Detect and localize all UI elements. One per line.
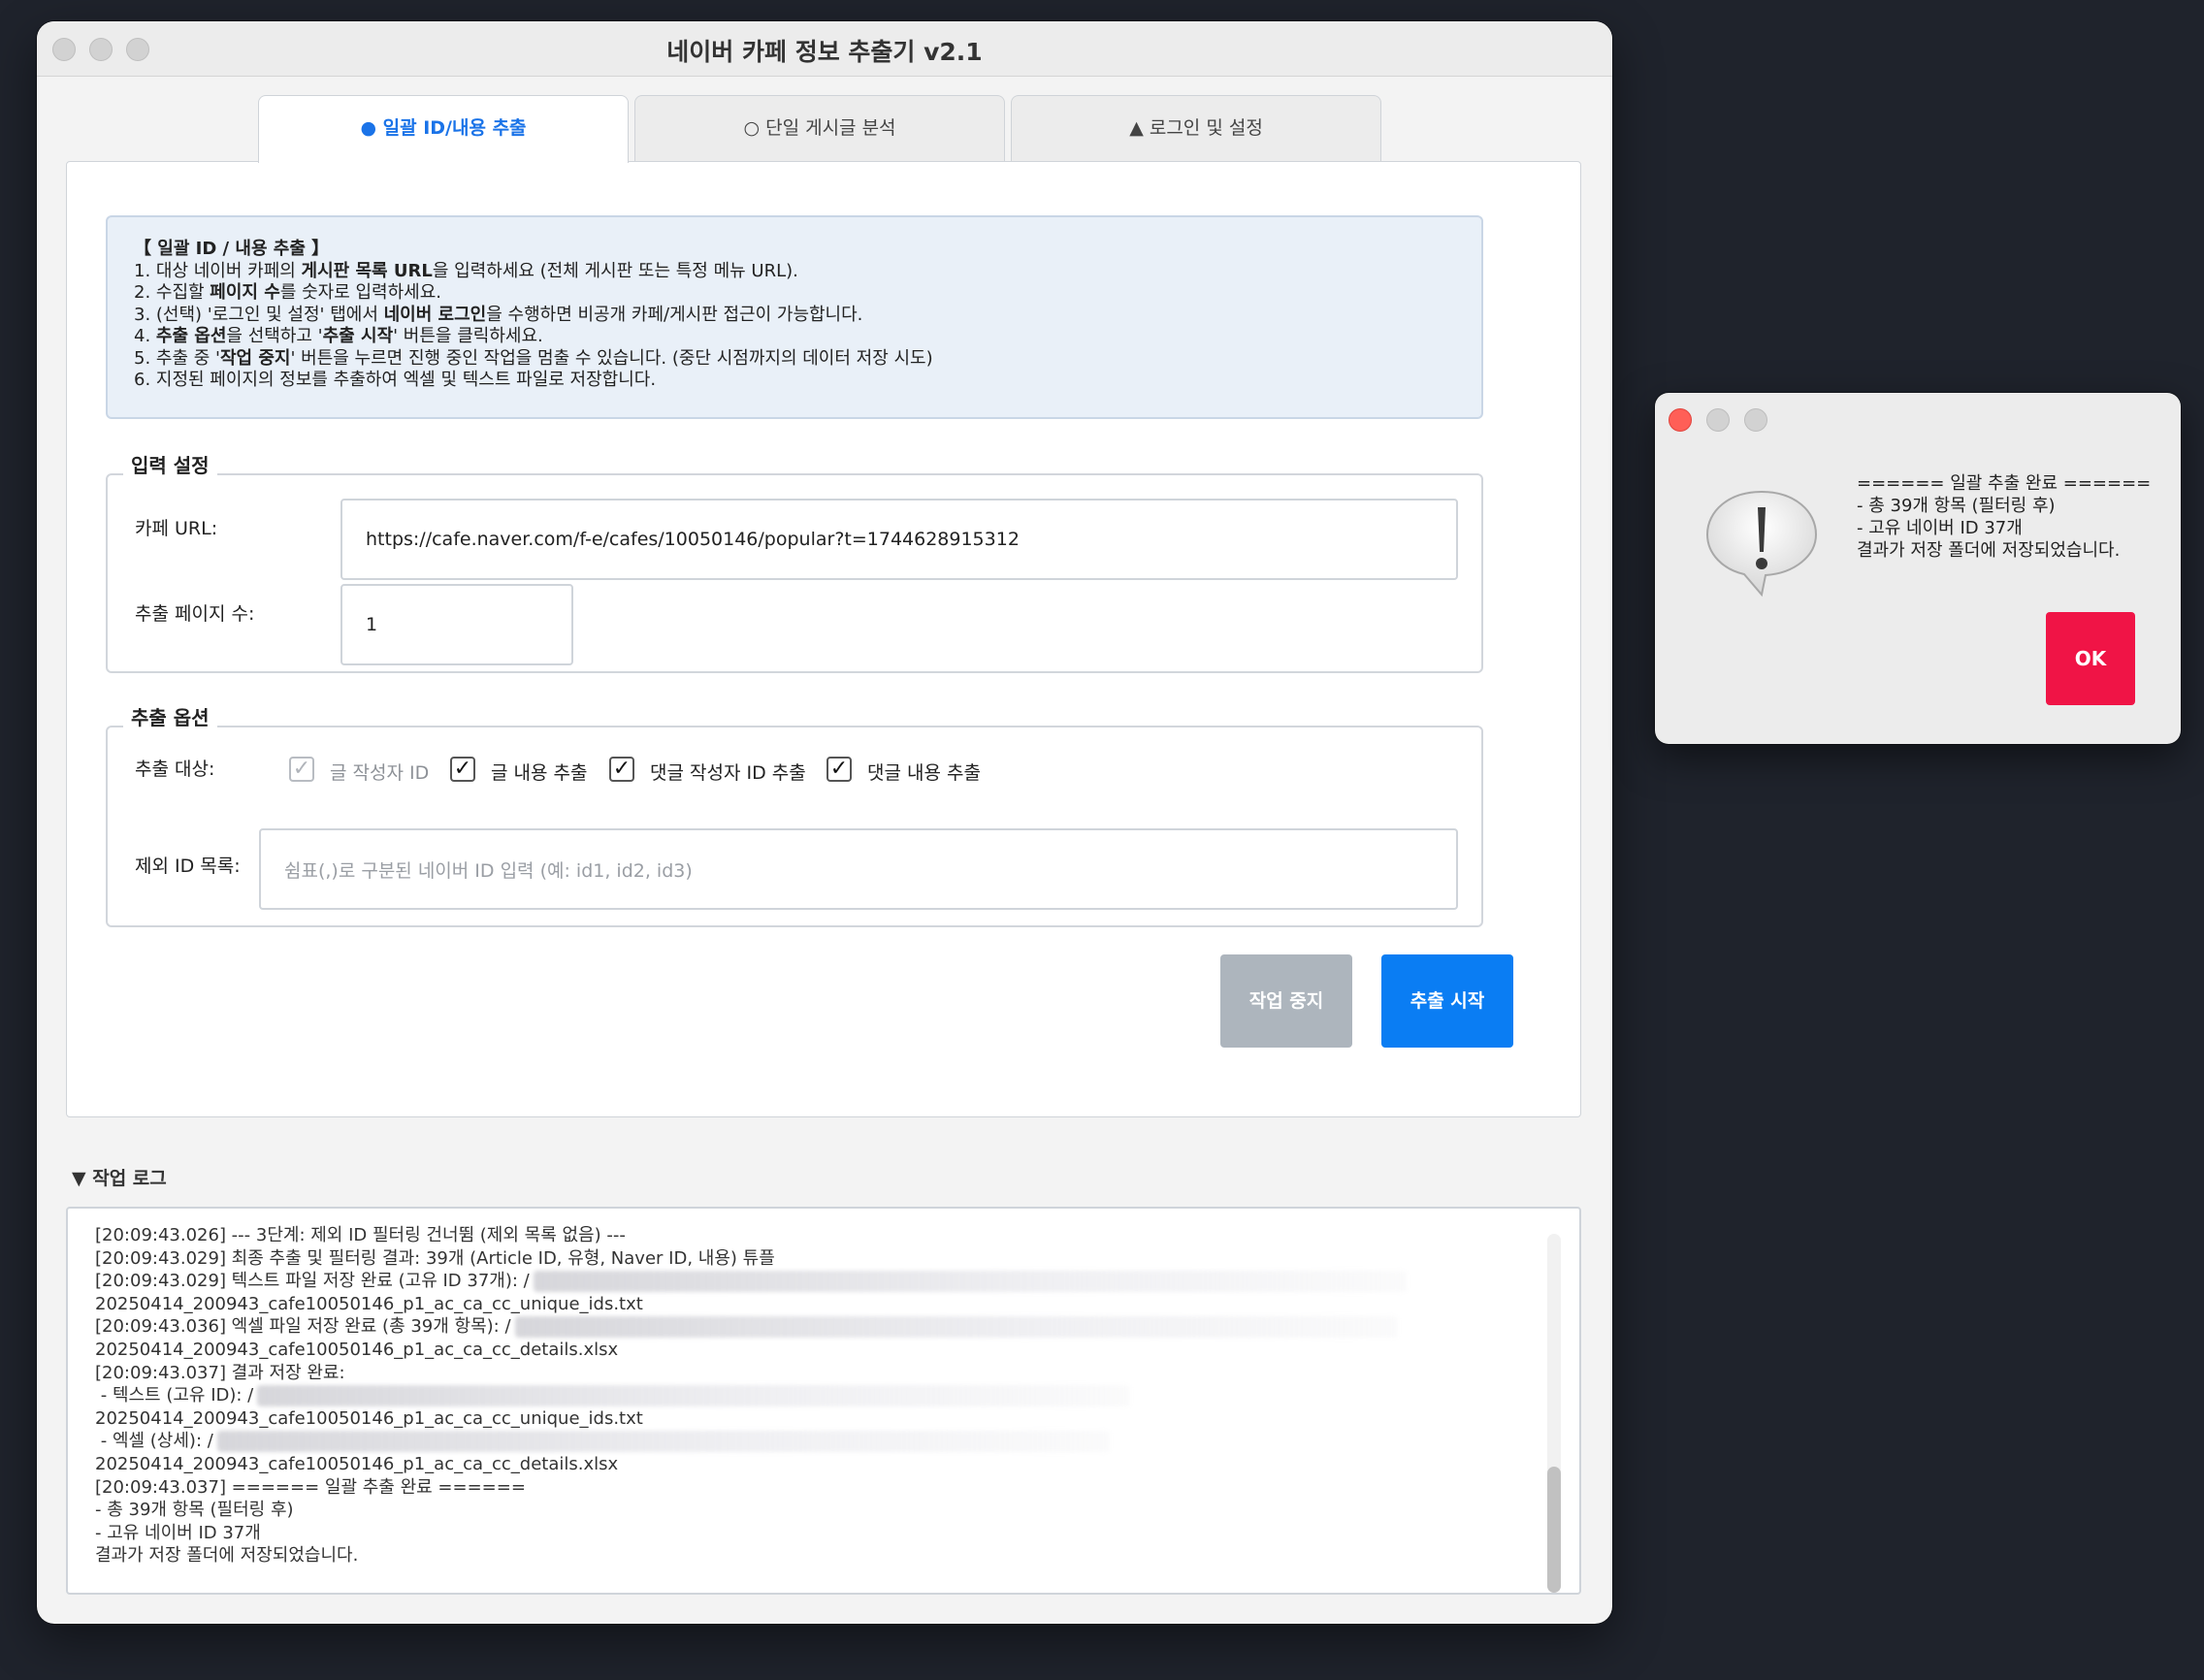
redacted-path: [257, 1385, 1131, 1407]
text-bold: 네이버 로그인: [383, 304, 487, 325]
text-bold: 추출 시작: [322, 326, 394, 346]
text: 을 선택하고 ': [226, 326, 323, 346]
log-text: [20:09:43.036] 엑셀 파일 저장 완료 (총 39개 항목): /: [95, 1316, 511, 1338]
text: 2. 수집할: [134, 282, 211, 303]
redacted-path: [533, 1271, 1407, 1293]
dialog-zoom-button[interactable]: [1744, 408, 1767, 432]
dialog-message-line: 결과가 저장 폴더에 저장되었습니다.: [1857, 540, 2121, 561]
instruction-line-4: 4. 추출 옵션을 선택하고 '추출 시작' 버튼을 클릭하세요.: [134, 326, 1455, 348]
log-line: 20250414_200943_cafe10050146_p1_ac_ca_cc…: [95, 1293, 643, 1314]
task-log-area[interactable]: [20:09:43.026] --- 3단계: 제외 ID 필터링 건너뜀 (제…: [66, 1207, 1581, 1595]
extraction-complete-dialog: ====== 일괄 추출 완료 ====== - 총 39개 항목 (필터링 후)…: [1655, 393, 2181, 744]
text-bold: 추출 옵션: [155, 326, 227, 346]
extract-options-group: 추출 옵션 추출 대상: 제외 ID 목록: 쉼표(,)로 구분된 네이버 ID…: [106, 702, 1483, 927]
text-bold: 작업 중지: [219, 347, 291, 369]
text: 을 수행하면 비공개 카페/게시판 접근이 가능합니다.: [486, 304, 863, 325]
exclamation-speech-bubble-icon: [1705, 490, 1818, 598]
text: 를 숫자로 입력하세요.: [279, 282, 442, 303]
instruction-line-5: 5. 추출 중 '작업 중지' 버튼을 누르면 진행 중인 작업을 멈출 수 있…: [134, 348, 1455, 371]
checkbox-label-post-author-id: 글 작성자 ID: [330, 762, 430, 784]
log-line: 20250414_200943_cafe10050146_p1_ac_ca_cc…: [95, 1339, 619, 1360]
log-line: - 총 39개 항목 (필터링 후): [95, 1500, 294, 1521]
checkbox-label-comment-author-id[interactable]: 댓글 작성자 ID 추출: [650, 759, 806, 785]
stop-task-button[interactable]: 작업 중지: [1220, 954, 1352, 1048]
log-text: - 엑셀 (상세): /: [95, 1431, 213, 1452]
instructions-heading: 【 일괄 ID / 내용 추출 】: [134, 239, 330, 259]
task-log-toggle[interactable]: ▼ 작업 로그: [72, 1164, 167, 1190]
instruction-line-2: 2. 수집할 페이지 수를 숫자로 입력하세요.: [134, 282, 1455, 305]
text: ' 버튼을 클릭하세요.: [393, 326, 543, 346]
dialog-message: ====== 일괄 추출 완료 ====== - 총 39개 항목 (필터링 후)…: [1857, 472, 2151, 562]
log-text: - 텍스트 (고유 ID): /: [95, 1385, 254, 1406]
log-scrollbar-thumb[interactable]: [1547, 1467, 1561, 1593]
dialog-message-line: - 고유 네이버 ID 37개: [1857, 517, 2151, 539]
text: 3. (선택) '로그인 및 설정' 탭에서: [134, 304, 384, 325]
exclude-ids-label: 제외 ID 목록:: [135, 856, 241, 877]
log-line: 20250414_200943_cafe10050146_p1_ac_ca_cc…: [95, 1453, 619, 1474]
checkbox-comment-author-id[interactable]: ✓: [609, 757, 634, 782]
text-bold: 페이지 수: [210, 282, 280, 303]
log-line: [20:09:43.029] 텍스트 파일 저장 완료 (고유 ID 37개):…: [95, 1270, 1552, 1293]
text: 1. 대상 네이버 카페의: [134, 260, 302, 281]
cafe-url-label: 카페 URL:: [135, 518, 218, 539]
dialog-close-button[interactable]: [1669, 408, 1692, 432]
checkbox-label-post-content[interactable]: 글 내용 추출: [491, 759, 587, 785]
log-line: - 고유 네이버 ID 37개: [95, 1522, 261, 1543]
log-line: [20:09:43.026] --- 3단계: 제외 ID 필터링 건너뜀 (제…: [95, 1225, 626, 1245]
text: 4.: [134, 326, 156, 346]
extract-target-label: 추출 대상:: [135, 759, 215, 780]
log-line: [20:09:43.037] 결과 저장 완료:: [95, 1362, 345, 1383]
text: 을 입력하세요 (전체 게시판 또는 특정 메뉴 URL).: [432, 260, 798, 281]
log-text: [20:09:43.029] 텍스트 파일 저장 완료 (고유 ID 37개):…: [95, 1271, 530, 1292]
page-count-input[interactable]: 1: [340, 584, 573, 665]
redacted-path: [216, 1431, 1110, 1453]
extract-options-legend: 추출 옵션: [123, 702, 217, 730]
start-extract-button[interactable]: 추출 시작: [1381, 954, 1513, 1048]
log-line: - 엑셀 (상세): /: [95, 1430, 1552, 1453]
window-title: 네이버 카페 정보 추출기 v2.1: [666, 38, 983, 66]
log-line: - 텍스트 (고유 ID): /: [95, 1384, 1552, 1407]
instruction-line-1: 1. 대상 네이버 카페의 게시판 목록 URL을 입력하세요 (전체 게시판 …: [134, 261, 1455, 283]
text: ' 버튼을 누르면 진행 중인 작업을 멈출 수 있습니다. (중단 시점까지의…: [290, 347, 933, 369]
checkbox-post-content[interactable]: ✓: [450, 757, 475, 782]
page-count-label: 추출 페이지 수:: [135, 603, 255, 625]
dialog-message-line: ====== 일괄 추출 완료 ======: [1857, 473, 2152, 494]
dialog-message-line: - 총 39개 항목 (필터링 후): [1857, 496, 2056, 516]
dialog-minimize-button[interactable]: [1706, 408, 1730, 432]
cafe-url-input[interactable]: https://cafe.naver.com/f-e/cafes/1005014…: [340, 499, 1458, 580]
input-settings-legend: 입력 설정: [123, 450, 217, 478]
redacted-path: [514, 1316, 1398, 1339]
instruction-line-3: 3. (선택) '로그인 및 설정' 탭에서 네이버 로그인을 수행하면 비공개…: [134, 305, 1455, 327]
ok-button[interactable]: OK: [2046, 612, 2135, 705]
log-line: 결과가 저장 폴더에 저장되었습니다.: [95, 1545, 359, 1567]
text: - 고유 네이버 ID 37개: [1857, 518, 2023, 538]
checkbox-label-comment-content[interactable]: 댓글 내용 추출: [867, 759, 981, 785]
tab-login-settings[interactable]: ▲ 로그인 및 설정: [1011, 95, 1381, 161]
input-settings-group: 입력 설정 카페 URL: https://cafe.naver.com/f-e…: [106, 450, 1483, 673]
tab-single-post-analysis[interactable]: ○ 단일 게시글 분석: [634, 95, 1005, 161]
log-line: [20:09:43.037] ====== 일괄 추출 완료 ======: [95, 1476, 526, 1498]
text: 5. 추출 중 ': [134, 347, 220, 369]
exclude-ids-input[interactable]: 쉼표(,)로 구분된 네이버 ID 입력 (예: id1, id2, id3): [259, 828, 1458, 910]
log-line: [20:09:43.029] 최종 추출 및 필터링 결과: 39개 (Arti…: [95, 1247, 775, 1269]
checkbox-comment-content[interactable]: ✓: [826, 757, 852, 782]
instruction-line-6: 6. 지정된 페이지의 정보를 추출하여 엑셀 및 텍스트 파일로 저장합니다.: [134, 370, 657, 390]
log-line: [20:09:43.036] 엑셀 파일 저장 완료 (총 39개 항목): /: [95, 1315, 1552, 1339]
instructions-box: 【 일괄 ID / 내용 추출 】 1. 대상 네이버 카페의 게시판 목록 U…: [106, 215, 1483, 419]
checkbox-post-author-id: ✓: [289, 757, 314, 782]
log-line: 20250414_200943_cafe10050146_p1_ac_ca_cc…: [95, 1407, 643, 1429]
tab-batch-extract[interactable]: ● 일괄 ID/내용 추출: [258, 95, 629, 163]
text-bold: 게시판 목록 URL: [301, 260, 433, 281]
dialog-title-bar: [1655, 393, 2181, 441]
main-window: 네이버 카페 정보 추출기 v2.1 ● 일괄 ID/내용 추출 ○ 단일 게시…: [37, 21, 1612, 1624]
title-bar: 네이버 카페 정보 추출기 v2.1: [37, 21, 1612, 77]
